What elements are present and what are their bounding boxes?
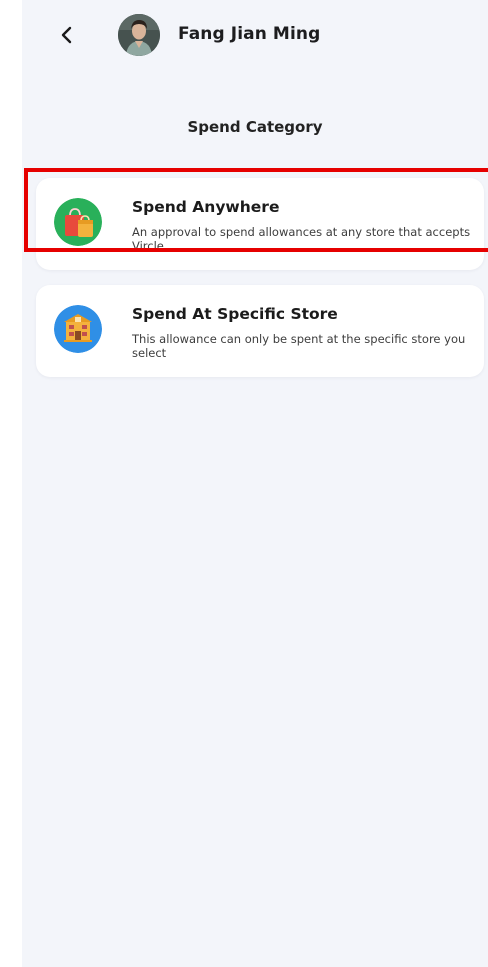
category-description: An approval to spend allowances at any s… bbox=[132, 225, 471, 253]
shopping-bags-icon bbox=[54, 198, 102, 246]
back-button[interactable] bbox=[50, 18, 84, 52]
spend-category-screen: Fang Jian Ming Spend Category Spend Anyw… bbox=[22, 0, 488, 967]
category-title: Spend At Specific Store bbox=[132, 305, 338, 323]
category-title: Spend Anywhere bbox=[132, 198, 280, 216]
page-title: Spend Category bbox=[187, 118, 323, 136]
avatar[interactable] bbox=[118, 14, 160, 56]
category-card-specific-store[interactable]: Spend At Specific Store This allowance c… bbox=[36, 285, 484, 377]
category-description: This allowance can only be spent at the … bbox=[132, 332, 466, 360]
chevron-left-icon bbox=[61, 26, 72, 44]
user-name: Fang Jian Ming bbox=[178, 24, 321, 44]
store-building-icon bbox=[54, 305, 102, 353]
user-avatar-image bbox=[118, 14, 160, 56]
category-card-spend-anywhere[interactable]: Spend Anywhere An approval to spend allo… bbox=[36, 178, 484, 270]
